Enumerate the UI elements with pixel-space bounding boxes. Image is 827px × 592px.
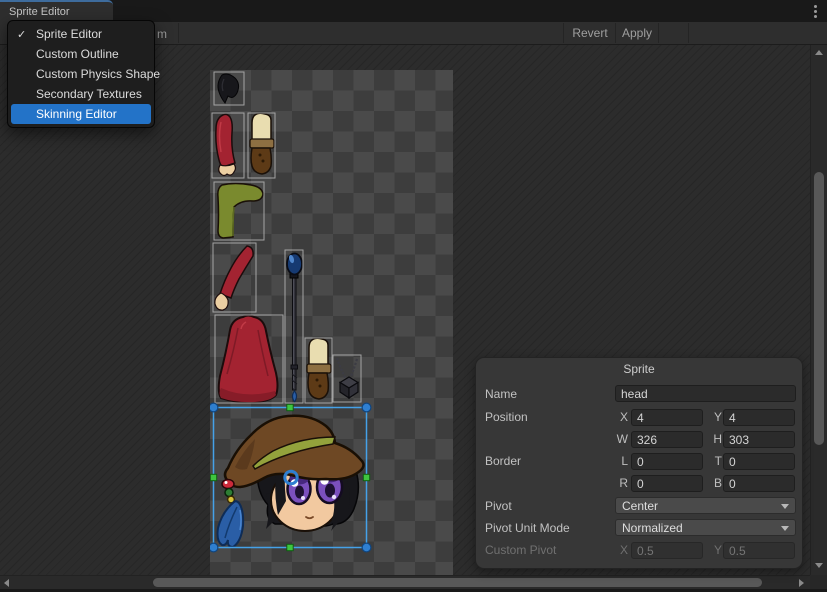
apply-button[interactable]: Apply [617, 22, 657, 44]
sprite-rect-sleeve[interactable] [212, 113, 244, 178]
toolbar-divider [658, 23, 659, 43]
pivot-dropdown[interactable]: Center [615, 497, 796, 514]
x-label: X [615, 410, 628, 424]
toolbar-divider [563, 23, 564, 43]
sprite-editor-window: Sprite Editor m Revert Apply [0, 0, 827, 592]
r-label: R [615, 476, 628, 490]
border-r-field[interactable] [631, 475, 703, 492]
toolbar-divider [688, 23, 689, 43]
toolbar-divider [615, 23, 616, 43]
tab-sprite-editor[interactable]: Sprite Editor [0, 0, 113, 22]
y-label: Y [709, 410, 722, 424]
checkmark-icon: ✓ [17, 28, 26, 41]
custom-pivot-y-field [723, 542, 795, 559]
title-bar: Sprite Editor [0, 0, 827, 22]
sprite-rect-scarf[interactable] [214, 182, 264, 240]
texture-view[interactable] [210, 70, 453, 575]
horizontal-scrollbar-thumb[interactable] [153, 578, 762, 587]
scroll-left-icon[interactable] [4, 579, 9, 587]
position-y-field[interactable] [723, 409, 795, 426]
vertical-scrollbar[interactable] [810, 45, 827, 575]
sprite-rect-boot[interactable] [248, 113, 275, 178]
tab-title: Sprite Editor [9, 6, 70, 18]
l-label: L [615, 454, 628, 468]
chevron-down-icon [781, 504, 789, 509]
border-b-field[interactable] [723, 475, 795, 492]
width-field[interactable] [631, 431, 703, 448]
height-field[interactable] [723, 431, 795, 448]
name-label: Name [485, 387, 517, 401]
custom-pivot-x-label: X [615, 543, 628, 557]
kebab-menu-icon[interactable] [808, 4, 822, 18]
pivot-unit-mode-label: Pivot Unit Mode [485, 521, 570, 535]
pivot-unit-mode-value: Normalized [622, 521, 683, 535]
pivot-label: Pivot [485, 499, 512, 513]
scroll-up-icon[interactable] [815, 50, 823, 55]
menu-item-skinning-editor[interactable]: Skinning Editor [11, 104, 151, 124]
menu-item-custom-physics-shape[interactable]: Custom Physics Shape [8, 64, 154, 84]
custom-pivot-x-field [631, 542, 703, 559]
pivot-value: Center [622, 499, 658, 513]
sprite-rect-pendant[interactable] [333, 355, 361, 402]
toolbar-divider [178, 23, 179, 43]
sprite-editor-mode-menu: ✓ Sprite Editor Custom Outline Custom Ph… [7, 20, 155, 128]
border-t-field[interactable] [723, 453, 795, 470]
custom-pivot-y-label: Y [709, 543, 722, 557]
scrollbar-corner [810, 575, 827, 589]
w-label: W [615, 432, 628, 446]
scroll-right-icon[interactable] [799, 579, 804, 587]
border-l-field[interactable] [631, 453, 703, 470]
menu-item-custom-outline[interactable]: Custom Outline [8, 44, 154, 64]
horizontal-scrollbar[interactable] [0, 575, 810, 589]
panel-title: Sprite [476, 362, 802, 376]
custom-pivot-label: Custom Pivot [485, 543, 556, 557]
t-label: T [709, 454, 722, 468]
vertical-scrollbar-thumb[interactable] [814, 172, 824, 445]
sprite-rect-staff[interactable] [285, 250, 303, 403]
revert-button[interactable]: Revert [566, 22, 614, 44]
menu-item-sprite-editor[interactable]: ✓ Sprite Editor [8, 24, 154, 44]
sprite-rect-head-selected[interactable] [210, 403, 371, 552]
position-x-field[interactable] [631, 409, 703, 426]
sprite-rect-bent-arm[interactable] [213, 243, 256, 312]
chevron-down-icon [781, 526, 789, 531]
position-label: Position [485, 410, 528, 424]
scroll-down-icon[interactable] [815, 563, 823, 568]
h-label: H [709, 432, 722, 446]
pivot-unit-mode-dropdown[interactable]: Normalized [615, 519, 796, 536]
sprite-inspector-panel: Sprite Name Position X Y W H Border L T … [475, 357, 803, 569]
sprite-name-field[interactable] [615, 385, 796, 402]
sprite-rect-cape[interactable] [215, 315, 283, 403]
menu-item-secondary-textures[interactable]: Secondary Textures [8, 84, 154, 104]
border-label: Border [485, 454, 521, 468]
sprite-rect-hair-tuft[interactable] [214, 72, 244, 105]
b-label: B [709, 476, 722, 490]
trim-button-partial[interactable]: m [157, 27, 167, 41]
